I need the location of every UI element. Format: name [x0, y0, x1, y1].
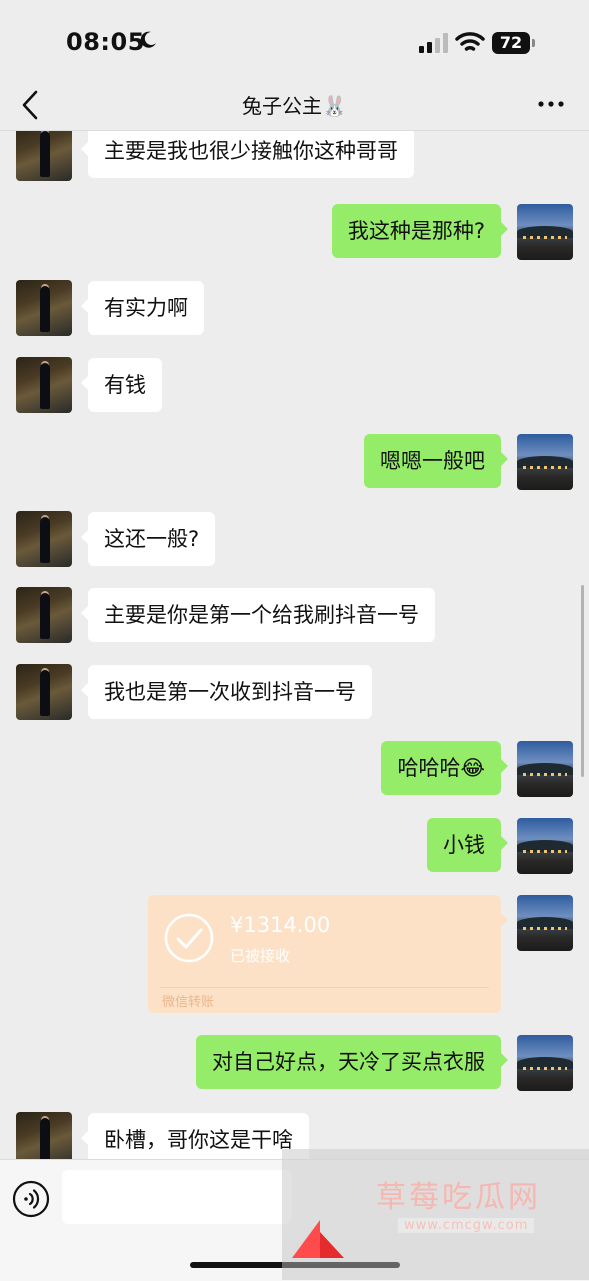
battery-icon: 72	[492, 32, 536, 54]
moon-icon	[140, 31, 156, 48]
status-time: 08:05	[66, 28, 145, 56]
message-input[interactable]	[62, 1170, 292, 1224]
received-message[interactable]: 有钱	[81, 358, 162, 412]
my-avatar[interactable]	[517, 1035, 573, 1091]
chat-messages[interactable]: 主要是我也很少接触你这种哥哥 我这种是那种? 有实力啊 有钱 嗯嗯一般吧 这还一…	[0, 131, 589, 1159]
received-message[interactable]: 卧槽，哥你这是干啥	[81, 1113, 309, 1159]
watermark-url: www.cmcgw.com	[398, 1218, 535, 1233]
battery-level: 72	[492, 32, 530, 54]
my-avatar[interactable]	[517, 204, 573, 260]
contact-avatar[interactable]	[16, 357, 72, 413]
transfer-label: 微信转账	[162, 995, 215, 1010]
transfer-amount: ¥1314.00	[230, 913, 331, 937]
cellular-signal-icon	[419, 33, 448, 53]
sent-message[interactable]: 嗯嗯一般吧	[364, 434, 508, 488]
transfer-status: 已被接收	[230, 947, 291, 965]
sent-message[interactable]: 小钱	[427, 818, 508, 872]
contact-avatar[interactable]	[16, 1112, 72, 1159]
my-avatar[interactable]	[517, 741, 573, 797]
chat-scrollbar[interactable]	[581, 585, 584, 777]
contact-avatar[interactable]	[16, 280, 72, 336]
contact-avatar[interactable]	[16, 131, 72, 181]
my-avatar[interactable]	[517, 434, 573, 490]
received-message[interactable]: 主要是你是第一个给我刷抖音一号	[81, 588, 435, 642]
contact-avatar[interactable]	[16, 587, 72, 643]
chat-header: 兔子公主🐰	[0, 80, 589, 131]
sent-message[interactable]: 哈哈哈😂	[381, 741, 508, 795]
sent-message[interactable]: 对自己好点，天冷了买点衣服	[196, 1035, 508, 1089]
status-bar: 08:05 72	[0, 0, 589, 80]
received-message[interactable]: 主要是我也很少接触你这种哥哥	[81, 131, 414, 178]
received-message[interactable]: 有实力啊	[81, 281, 204, 335]
watermark-text: 草莓吃瓜网	[376, 1180, 541, 1215]
contact-avatar[interactable]	[16, 664, 72, 720]
wifi-icon	[455, 32, 485, 51]
my-avatar[interactable]	[517, 895, 573, 951]
my-avatar[interactable]	[517, 818, 573, 874]
sent-message[interactable]: 我这种是那种?	[331, 204, 509, 258]
more-options-icon[interactable]	[536, 92, 566, 116]
transfer-divider	[160, 987, 489, 988]
watermark-logo-icon	[292, 1220, 344, 1258]
chat-title: 兔子公主🐰	[242, 94, 347, 118]
received-message[interactable]: 我也是第一次收到抖音一号	[81, 665, 372, 719]
checkmark-circle-icon	[164, 913, 214, 963]
voice-input-icon[interactable]	[12, 1180, 50, 1218]
received-message[interactable]: 这还一般?	[80, 512, 216, 566]
transfer-card[interactable]: ¥1314.00 已被接收 微信转账	[148, 895, 508, 1013]
contact-avatar[interactable]	[16, 511, 72, 567]
